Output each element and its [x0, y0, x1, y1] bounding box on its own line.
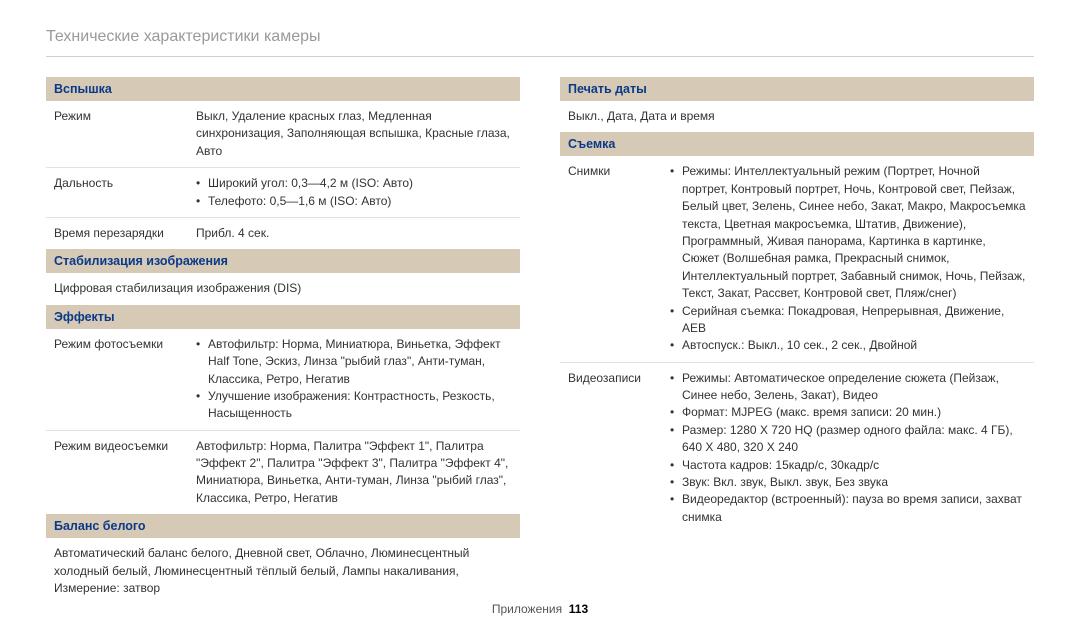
- spec-value: Режимы: Интеллектуальный режим (Портрет,…: [670, 163, 1026, 354]
- list-item: Серийная съемка: Покадровая, Непрерывная…: [670, 303, 1026, 338]
- spec-label-photos: Снимки: [560, 163, 670, 354]
- spec-label-videos: Видеозаписи: [560, 370, 670, 527]
- columns: Вспышка Режим Выкл, Удаление красных гла…: [46, 77, 1034, 604]
- spec-value: Широкий угол: 0,3—4,2 м (ISO: Авто) Теле…: [196, 175, 512, 210]
- spec-label-video-mode: Режим видеосъемки: [46, 438, 196, 508]
- section-flash-header: Вспышка: [46, 77, 520, 101]
- spec-label-recharge: Время перезарядки: [46, 225, 196, 242]
- list-item: Видеоредактор (встроенный): пауза во вре…: [670, 491, 1026, 526]
- section-stabilization-header: Стабилизация изображения: [46, 249, 520, 273]
- table-row: Режим видеосъемки Автофильтр: Норма, Пал…: [46, 431, 520, 515]
- spec-value: Автофильтр: Норма, Миниатюра, Виньетка, …: [196, 336, 512, 423]
- table-row: Время перезарядки Прибл. 4 сек.: [46, 218, 520, 249]
- table-row: Режим Выкл, Удаление красных глаз, Медле…: [46, 101, 520, 168]
- spec-value: Автофильтр: Норма, Палитра "Эффект 1", П…: [196, 438, 512, 508]
- section-date-print-header: Печать даты: [560, 77, 1034, 101]
- list-item: Режимы: Интеллектуальный режим (Портрет,…: [670, 163, 1026, 302]
- page-footer: Приложения 113: [0, 602, 1080, 616]
- spec-label-mode: Режим: [46, 108, 196, 160]
- left-column: Вспышка Режим Выкл, Удаление красных гла…: [46, 77, 520, 604]
- footer-label: Приложения: [492, 602, 562, 616]
- page: Технические характеристики камеры Вспышк…: [0, 0, 1080, 630]
- list-item: Размер: 1280 X 720 HQ (размер одного фай…: [670, 422, 1026, 457]
- list-item: Частота кадров: 15кадр/с, 30кадр/с: [670, 457, 1026, 474]
- table-row: Режим фотосъемки Автофильтр: Норма, Мини…: [46, 329, 520, 431]
- spec-value: Режимы: Автоматическое определение сюжет…: [670, 370, 1026, 527]
- list-item: Широкий угол: 0,3—4,2 м (ISO: Авто): [196, 175, 512, 192]
- spec-label-range: Дальность: [46, 175, 196, 210]
- section-shooting-header: Съемка: [560, 132, 1034, 156]
- table-row: Видеозаписи Режимы: Автоматическое опред…: [560, 363, 1034, 534]
- table-row: Снимки Режимы: Интеллектуальный режим (П…: [560, 156, 1034, 362]
- list-item: Звук: Вкл. звук, Выкл. звук, Без звука: [670, 474, 1026, 491]
- table-row: Дальность Широкий угол: 0,3—4,2 м (ISO: …: [46, 168, 520, 218]
- page-number: 113: [569, 602, 588, 616]
- list-item: Автоспуск.: Выкл., 10 сек., 2 сек., Двой…: [670, 337, 1026, 354]
- spec-value: Автоматический баланс белого, Дневной св…: [46, 538, 520, 604]
- right-column: Печать даты Выкл., Дата, Дата и время Съ…: [560, 77, 1034, 604]
- spec-value: Прибл. 4 сек.: [196, 225, 512, 242]
- section-effects-header: Эффекты: [46, 305, 520, 329]
- list-item: Режимы: Автоматическое определение сюжет…: [670, 370, 1026, 405]
- spec-value: Выкл, Удаление красных глаз, Медленная с…: [196, 108, 512, 160]
- spec-value: Цифровая стабилизация изображения (DIS): [46, 273, 520, 304]
- page-title: Технические характеристики камеры: [46, 28, 1034, 57]
- section-white-balance-header: Баланс белого: [46, 514, 520, 538]
- list-item: Телефото: 0,5—1,6 м (ISO: Авто): [196, 193, 512, 210]
- list-item: Улучшение изображения: Контрастность, Ре…: [196, 388, 512, 423]
- list-item: Формат: MJPEG (макс. время записи: 20 ми…: [670, 404, 1026, 421]
- list-item: Автофильтр: Норма, Миниатюра, Виньетка, …: [196, 336, 512, 388]
- spec-value: Выкл., Дата, Дата и время: [560, 101, 1034, 132]
- spec-label-photo-mode: Режим фотосъемки: [46, 336, 196, 423]
